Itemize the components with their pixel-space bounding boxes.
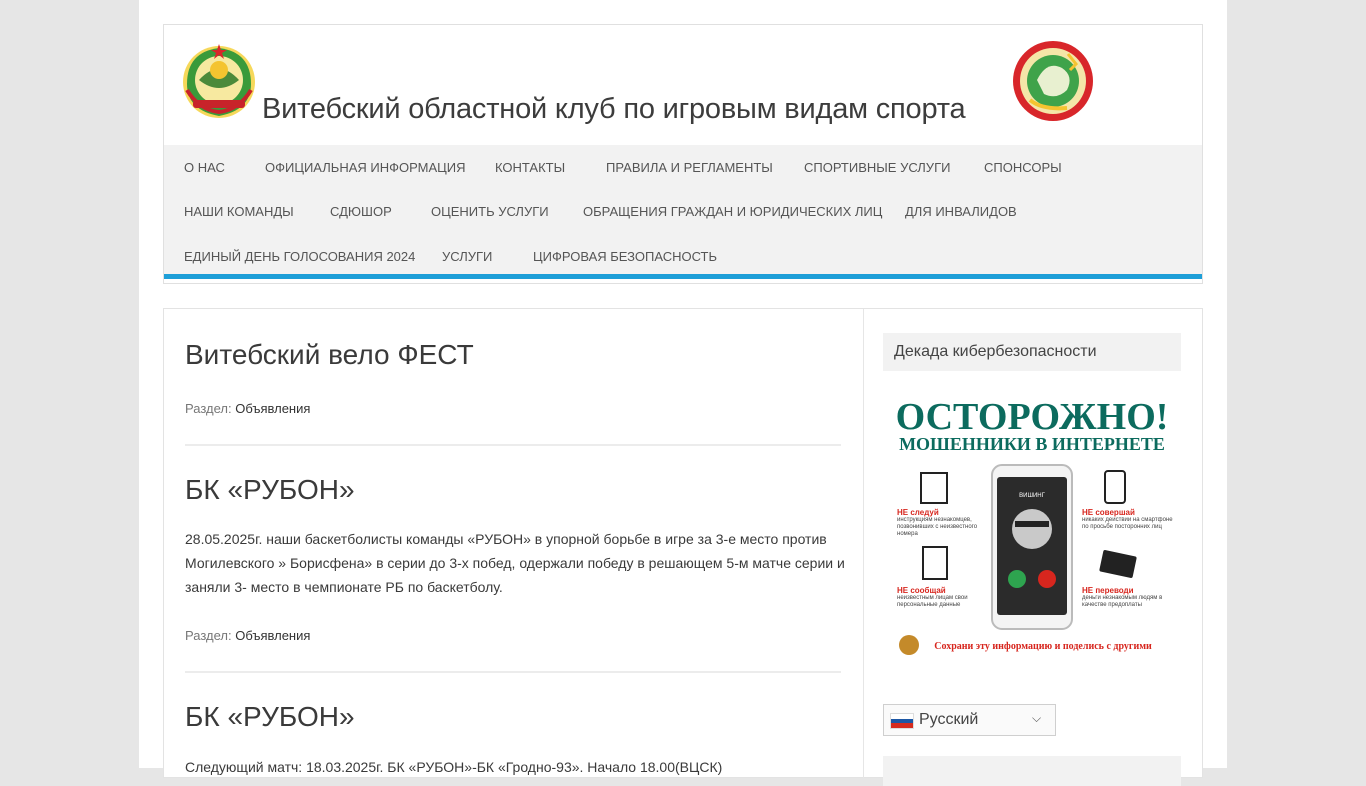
page: Витебский областной клуб по игровым вида… (139, 0, 1227, 786)
nav-item-official-info[interactable]: ОФИЦИАЛЬНАЯ ИНФОРМАЦИЯ (265, 160, 465, 175)
nav-item-appeals[interactable]: ОБРАЩЕНИЯ ГРАЖДАН И ЮРИДИЧЕСКИХ ЛИЦ (583, 204, 882, 219)
nav-item-digital-security[interactable]: ЦИФРОВАЯ БЕЗОПАСНОСТЬ (533, 249, 717, 264)
nav-item-rules[interactable]: ПРАВИЛА И РЕГЛАМЕНТЫ (606, 160, 773, 175)
category-link[interactable]: Объявления (235, 401, 310, 416)
caller-mask (1015, 521, 1049, 527)
banner-headline-1: ОСТОРОЖНО! (896, 396, 1169, 438)
post-title[interactable]: БК «РУБОН» (185, 474, 355, 506)
decline-call-icon (1038, 570, 1056, 588)
main-navigation: О НАС ОФИЦИАЛЬНАЯ ИНФОРМАЦИЯ КОНТАКТЫ ПР… (164, 145, 1202, 279)
language-selector[interactable]: Русский ⌵ (883, 704, 1056, 736)
post-divider (185, 444, 841, 446)
belarus-coat-of-arms-icon[interactable] (179, 40, 259, 120)
meta-label: Раздел: (185, 628, 232, 643)
caller-avatar (1012, 509, 1052, 549)
meta-label: Раздел: (185, 401, 232, 416)
banner-headline-2: МОШЕННИКИ В ИНТЕРНЕТЕ (899, 434, 1165, 454)
site-title[interactable]: Витебский областной клуб по игровым вида… (262, 93, 966, 126)
russian-flag-icon (890, 713, 914, 729)
cyber-security-banner[interactable]: ОСТОРОЖНО! МОШЕННИКИ В ИНТЕРНЕТЕ ВИШИНГ (883, 387, 1181, 663)
banner-footer: Сохрани эту информацию и поделись с друг… (934, 641, 1152, 652)
post-title[interactable]: БК «РУБОН» (185, 701, 355, 733)
language-selected: Русский (919, 711, 979, 728)
tip2-text: никаких действий на смартфоне по просьбе… (1082, 517, 1173, 530)
ministry-emblem-icon[interactable] (1012, 40, 1094, 122)
banner-graphic: ОСТОРОЖНО! МОШЕННИКИ В ИНТЕРНЕТЕ ВИШИНГ (896, 396, 1173, 655)
nav-item-services[interactable]: УСЛУГИ (442, 249, 492, 264)
id-card-icon (922, 546, 948, 580)
post-divider (185, 671, 841, 673)
documents-icon (920, 472, 948, 504)
tip2-red: НЕ совершай (1082, 508, 1135, 517)
post-meta: Раздел: Объявления (185, 628, 310, 643)
nav-item-our-teams[interactable]: НАШИ КОМАНДЫ (184, 204, 294, 219)
post-meta: Раздел: Объявления (185, 401, 310, 416)
nav-item-about[interactable]: О НАС (184, 160, 225, 175)
footer-emblem-icon (899, 635, 919, 655)
accept-call-icon (1008, 570, 1026, 588)
content-area: Витебский вело ФЕСТ Раздел: Объявления Б… (163, 308, 1203, 786)
bank-card-icon (1099, 550, 1137, 578)
tip1-text: инструкциям незнакомцев, позвонивших с н… (897, 517, 978, 537)
category-link[interactable]: Объявления (235, 628, 310, 643)
nav-item-sport-services[interactable]: СПОРТИВНЫЕ УСЛУГИ (804, 160, 950, 175)
column-divider (863, 309, 864, 779)
post-excerpt: Следующий матч: 18.03.2025г. БК «РУБОН»-… (185, 759, 723, 775)
nav-item-voting-day[interactable]: ЕДИНЫЙ ДЕНЬ ГОЛОСОВАНИЯ 2024 (184, 249, 415, 264)
nav-item-rate-services[interactable]: ОЦЕНИТЬ УСЛУГИ (431, 204, 549, 219)
tip1-red: НЕ следуй (897, 508, 939, 517)
tip4-red: НЕ переводи (1082, 586, 1134, 595)
nav-item-sponsors[interactable]: СПОНСОРЫ (984, 160, 1062, 175)
chevron-down-icon: ⌵ (1032, 711, 1042, 725)
next-widget-header (883, 756, 1181, 786)
phone-label: ВИШИНГ (1019, 493, 1045, 499)
post-excerpt: 28.05.2025г. наши баскетболисты команды … (185, 531, 845, 595)
site-header: Витебский областной клуб по игровым вида… (163, 24, 1203, 284)
widget-title: Декада кибербезопасности (883, 333, 1181, 371)
tip3-text: неизвестным лицам свои персональные данн… (897, 595, 968, 608)
nav-item-contacts[interactable]: КОНТАКТЫ (495, 160, 565, 175)
nav-item-sdyushor[interactable]: СДЮШОР (330, 204, 392, 219)
smartphone-icon (1104, 470, 1126, 504)
post-title[interactable]: Витебский вело ФЕСТ (185, 339, 474, 371)
tip4-text: деньги незнакомым людям в качестве предо… (1082, 595, 1163, 608)
tip3-red: НЕ сообщай (897, 586, 946, 595)
nav-item-disabled[interactable]: ДЛЯ ИНВАЛИДОВ (905, 204, 1017, 219)
